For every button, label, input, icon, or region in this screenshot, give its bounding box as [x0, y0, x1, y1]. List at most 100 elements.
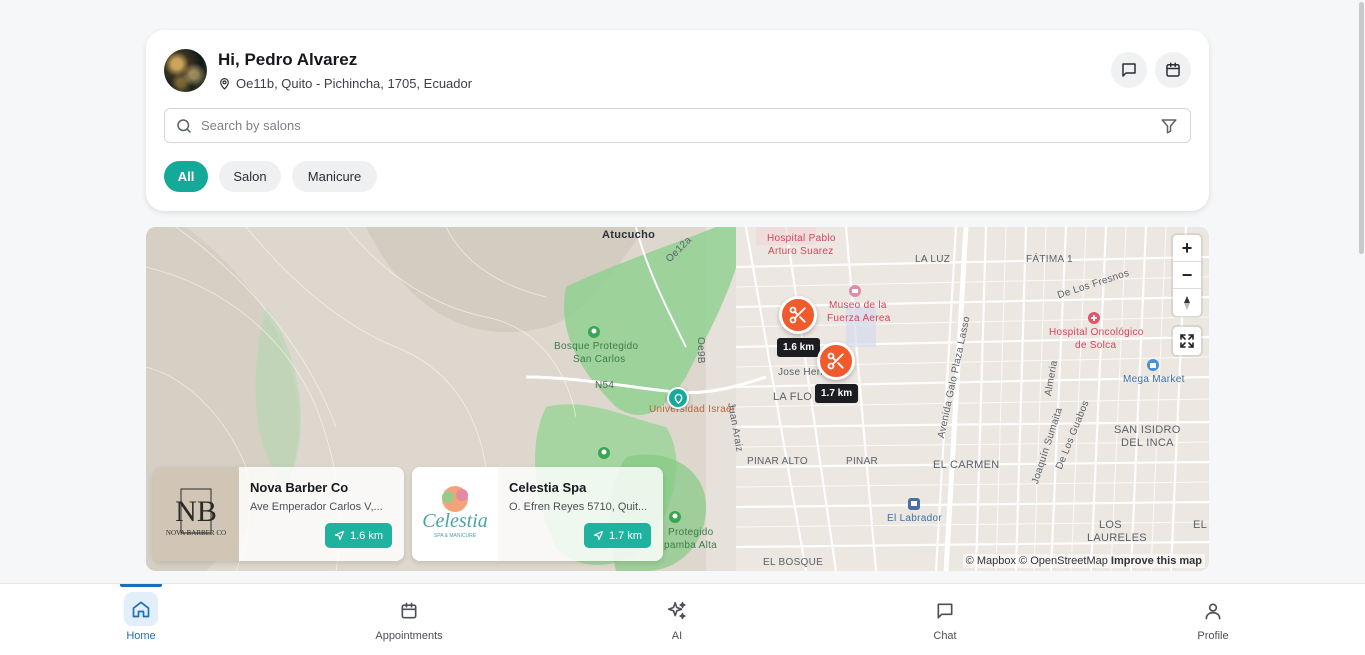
map-label: LOS [1099, 519, 1122, 531]
pin-distance-label: 1.6 km [777, 338, 821, 357]
map-label: Oe9B [695, 337, 706, 364]
calendar-button[interactable] [1155, 52, 1191, 88]
user-icon [1205, 603, 1221, 620]
nav-ai[interactable]: AI [637, 584, 717, 642]
navigation-icon [593, 530, 604, 541]
park-icon [669, 511, 681, 523]
nav-profile[interactable]: Profile [1173, 584, 1253, 642]
map-attribution: © Mapbox © OpenStreetMap Improve this ma… [962, 554, 1205, 568]
salon-name: Nova Barber Co [250, 480, 349, 495]
nav-label: Appointments [375, 630, 443, 642]
filter-icon[interactable] [1160, 117, 1178, 135]
map-label: Hospital Oncológico [1049, 327, 1144, 338]
scissors-icon [789, 306, 806, 324]
osm-link[interactable]: © OpenStreetMap [1019, 555, 1108, 567]
pin-distance-label: 1.7 km [815, 384, 859, 403]
nav-label: AI [671, 630, 683, 642]
fullscreen-button[interactable] [1173, 327, 1201, 355]
improve-map-link[interactable]: Improve this map [1111, 555, 1202, 567]
greeting: Hi, Pedro Alvarez [218, 50, 358, 69]
message-square-icon [1122, 63, 1136, 77]
current-location[interactable]: Oe11b, Quito - Pichincha, 1705, Ecuador [218, 76, 472, 91]
compass-button[interactable] [1173, 289, 1201, 316]
header-card: Hi, Pedro Alvarez Oe11b, Quito - Pichinc… [146, 30, 1209, 211]
chip-manicure[interactable]: Manicure [292, 161, 377, 192]
nav-chat[interactable]: Chat [905, 584, 985, 642]
chip-salon[interactable]: Salon [219, 161, 281, 192]
mapbox-link[interactable]: © Mapbox [966, 555, 1016, 567]
compass-icon [1184, 295, 1190, 310]
salon-pin-2[interactable] [817, 342, 855, 380]
salon-card[interactable]: NB NOVA BARBER CO Nova Barber Co Ave Emp… [153, 467, 404, 561]
map-label: Museo de la [829, 300, 887, 311]
bottom-navigation: Home Appointments AI Chat Profile [0, 583, 1365, 655]
calendar-icon [401, 602, 417, 619]
map-zoom-controls: + − [1173, 235, 1201, 316]
hospital-icon[interactable] [1087, 311, 1101, 325]
page-scrollbar[interactable] [1359, 2, 1364, 254]
location-text: Oe11b, Quito - Pichincha, 1705, Ecuador [236, 76, 473, 91]
scissors-icon [827, 352, 844, 370]
salon-pin-1[interactable] [779, 296, 817, 334]
map-label: EL [1193, 519, 1208, 531]
salon-address: Ave Emperador Carlos V,... [250, 501, 383, 513]
map-label: Jose Herr [778, 367, 825, 378]
map-pin-icon [220, 78, 229, 90]
navigation-icon [334, 530, 345, 541]
map-label: PINAR [846, 456, 879, 467]
salon-card[interactable]: Celestia SPA & MANICURE Celestia Spa O. … [412, 467, 663, 561]
salon-name: Celestia Spa [509, 480, 587, 495]
map-label: LAURELES [1087, 532, 1147, 544]
map-label: Protegido [668, 527, 714, 538]
bus-station-icon [908, 498, 920, 510]
map-label: Bosque Protegido [554, 341, 639, 352]
map-label: FÁTIMA 1 [1026, 254, 1073, 265]
museum-icon[interactable] [848, 284, 862, 298]
park-icon [588, 326, 600, 338]
distance-text: 1.7 km [608, 529, 642, 542]
map-label: Mega Market [1123, 374, 1185, 385]
user-location-marker[interactable] [667, 387, 689, 409]
nav-label: Chat [933, 630, 957, 642]
salon-logo: NB NOVA BARBER CO [153, 467, 239, 561]
map-label: EL BOSQUE [763, 557, 824, 568]
zoom-in-button[interactable]: + [1173, 235, 1201, 262]
map-label: N54 [595, 380, 615, 391]
nav-label: Profile [1197, 630, 1229, 642]
nav-home[interactable]: Home [101, 584, 181, 642]
distance-text: 1.6 km [349, 529, 383, 542]
calendar-icon [1166, 62, 1180, 77]
map-label: Hospital Pablo [767, 233, 836, 244]
svg-text:SPA & MANICURE: SPA & MANICURE [434, 533, 477, 539]
chip-all[interactable]: All [164, 161, 208, 192]
map-label: Arturo Suarez [768, 246, 834, 257]
salon-distance-badge[interactable]: 1.6 km [324, 523, 392, 548]
sparkles-icon [667, 601, 686, 620]
search-icon [177, 119, 191, 133]
nav-label: Home [126, 630, 156, 642]
map-pin-icon [674, 393, 682, 404]
svg-text:Celestia: Celestia [422, 510, 488, 532]
map-label: San Carlos [573, 354, 626, 365]
nav-appointments[interactable]: Appointments [369, 584, 449, 642]
fullscreen-icon [1180, 334, 1194, 348]
search-input[interactable] [201, 118, 1101, 133]
salon-logo: Celestia SPA & MANICURE [412, 467, 498, 561]
map-label: de Solca [1075, 340, 1117, 351]
map-label: SAN ISIDRO [1114, 424, 1181, 436]
zoom-out-button[interactable]: − [1173, 262, 1201, 289]
map-label: Universidad Israel [649, 404, 735, 415]
map-view[interactable]: Atucucho Hospital Pablo Arturo Suarez LA… [146, 227, 1209, 571]
shop-icon[interactable] [1146, 358, 1160, 372]
messages-button[interactable] [1111, 52, 1147, 88]
map-label: EL CARMEN [933, 459, 1000, 471]
avatar[interactable] [164, 49, 207, 92]
message-square-icon [937, 603, 953, 619]
map-label: PINAR ALTO [747, 456, 808, 467]
search-bar [164, 108, 1191, 143]
home-icon [132, 601, 150, 618]
map-label: El Labrador [887, 513, 942, 524]
map-label: DEL INCA [1121, 437, 1174, 449]
salon-distance-badge[interactable]: 1.7 km [583, 523, 651, 548]
map-label: Fuerza Aerea [827, 313, 891, 324]
